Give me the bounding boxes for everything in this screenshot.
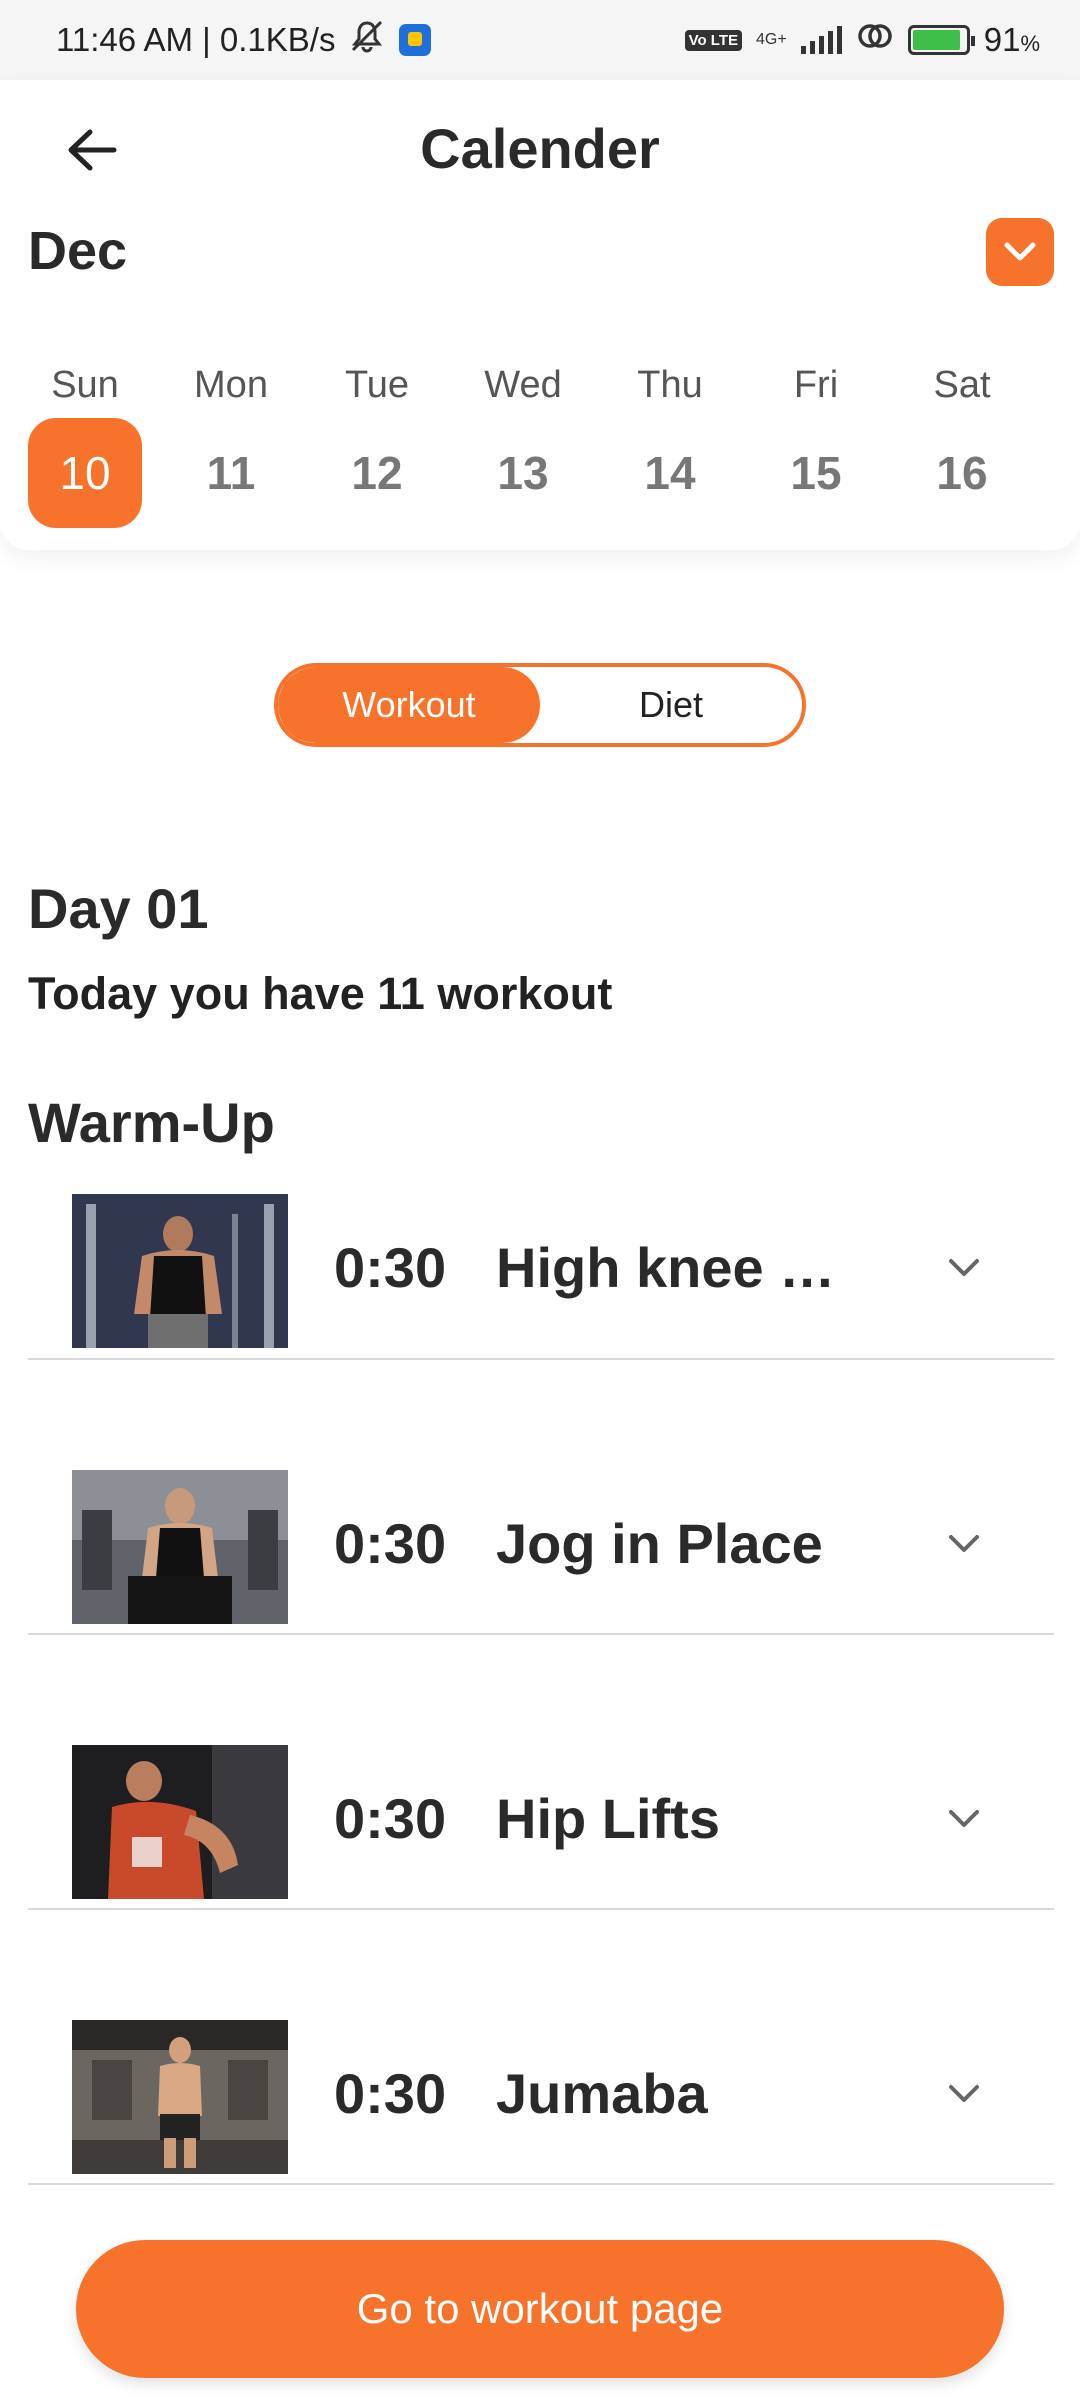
day-date: 11 — [206, 447, 256, 499]
tab-workout[interactable]: Workout — [278, 667, 540, 743]
expand-button[interactable] — [936, 2066, 992, 2122]
expand-button[interactable] — [936, 1791, 992, 1847]
list-item[interactable]: 0:30 Hip Lifts — [28, 1635, 1054, 1910]
section-title: Warm-Up — [28, 1091, 275, 1154]
chevron-down-icon — [949, 1810, 979, 1827]
status-left: 11:46 AM | 0.1KB/s — [56, 19, 432, 61]
list-item[interactable]: 0:30 Jumaba — [28, 1910, 1054, 2185]
workout-thumbnail — [72, 1470, 288, 1624]
chevron-down-icon — [1004, 242, 1036, 261]
day-sun[interactable]: Sun 10 — [28, 360, 142, 528]
tab-diet[interactable]: Diet — [540, 667, 802, 743]
day-name: Wed — [484, 364, 562, 406]
workout-thumbnail — [72, 2020, 288, 2174]
day-name: Tue — [344, 364, 410, 406]
status-right: Vo LTE 4G+ 91% — [684, 20, 1040, 60]
workout-diet-toggle: Workout Diet — [274, 663, 806, 747]
chevron-down-icon — [949, 2085, 979, 2102]
day-summary: Today you have 11 workout — [28, 968, 613, 1019]
workout-thumbnail — [72, 1745, 288, 1899]
week-row: Sun 10 Mon 11 Tue 12 Wed 13 Thu 14 Fri 1… — [28, 360, 1052, 528]
day-date: 16 — [936, 447, 988, 499]
day-thu[interactable]: Thu 14 — [613, 360, 727, 528]
battery-charging-icon — [907, 25, 975, 55]
battery-percent: 91% — [983, 21, 1040, 58]
day-name: Thu — [637, 364, 703, 406]
mute-icon — [349, 19, 385, 61]
day-sat[interactable]: Sat 16 — [905, 360, 1019, 528]
page-title: Calender — [420, 117, 660, 180]
list-item[interactable]: 0:30 High knee … — [28, 1180, 1054, 1360]
network-type: 4G+ — [756, 31, 787, 48]
workout-name: High knee … — [496, 1236, 836, 1299]
day-date: 12 — [351, 447, 403, 499]
day-date: 14 — [644, 447, 696, 499]
workout-duration: 0:30 — [334, 2062, 447, 2125]
app-notification-icon — [399, 24, 432, 56]
workout-name: Jog in Place — [496, 1512, 823, 1575]
month-dropdown-button[interactable] — [986, 218, 1054, 286]
workout-duration: 0:30 — [334, 1236, 447, 1299]
day-wed[interactable]: Wed 13 — [466, 360, 580, 528]
day-mon[interactable]: Mon 11 — [174, 360, 288, 528]
expand-button[interactable] — [936, 1240, 992, 1296]
workout-duration: 0:30 — [334, 1512, 447, 1575]
go-to-workout-button[interactable]: Go to workout page — [76, 2240, 1004, 2378]
day-name: Fri — [793, 364, 839, 406]
expand-button[interactable] — [936, 1516, 992, 1572]
workout-name: Jumaba — [496, 2062, 708, 2125]
workout-duration: 0:30 — [334, 1787, 447, 1850]
day-date: 10 — [28, 418, 142, 528]
day-title: Day 01 — [28, 877, 209, 940]
workout-list: 0:30 High knee … 0:30 Jog in Place 0:30 … — [28, 1180, 1054, 2185]
day-name: Mon — [194, 364, 268, 406]
signal-icon — [800, 26, 842, 54]
chevron-down-icon — [949, 1259, 979, 1276]
day-date: 13 — [497, 447, 549, 499]
list-item[interactable]: 0:30 Jog in Place — [28, 1360, 1054, 1635]
status-bar: 11:46 AM | 0.1KB/s Vo LTE 4G+ 91% — [0, 0, 1080, 80]
workout-name: Hip Lifts — [496, 1787, 720, 1850]
workout-thumbnail — [72, 1194, 288, 1348]
chevron-down-icon — [949, 1535, 979, 1552]
calendar-card: Calender Dec Sun 10 Mon 11 Tue 12 Wed 13… — [0, 80, 1080, 550]
volte-icon: Vo LTE — [684, 29, 743, 51]
month-label: Dec — [28, 221, 128, 281]
day-fri[interactable]: Fri 15 — [759, 360, 873, 528]
day-name: Sat — [933, 364, 991, 406]
status-time: 11:46 AM | 0.1KB/s — [56, 21, 336, 58]
day-date: 15 — [790, 447, 842, 499]
day-name: Sun — [51, 364, 119, 406]
hotspot-icon — [856, 20, 894, 60]
day-tue[interactable]: Tue 12 — [320, 360, 434, 528]
